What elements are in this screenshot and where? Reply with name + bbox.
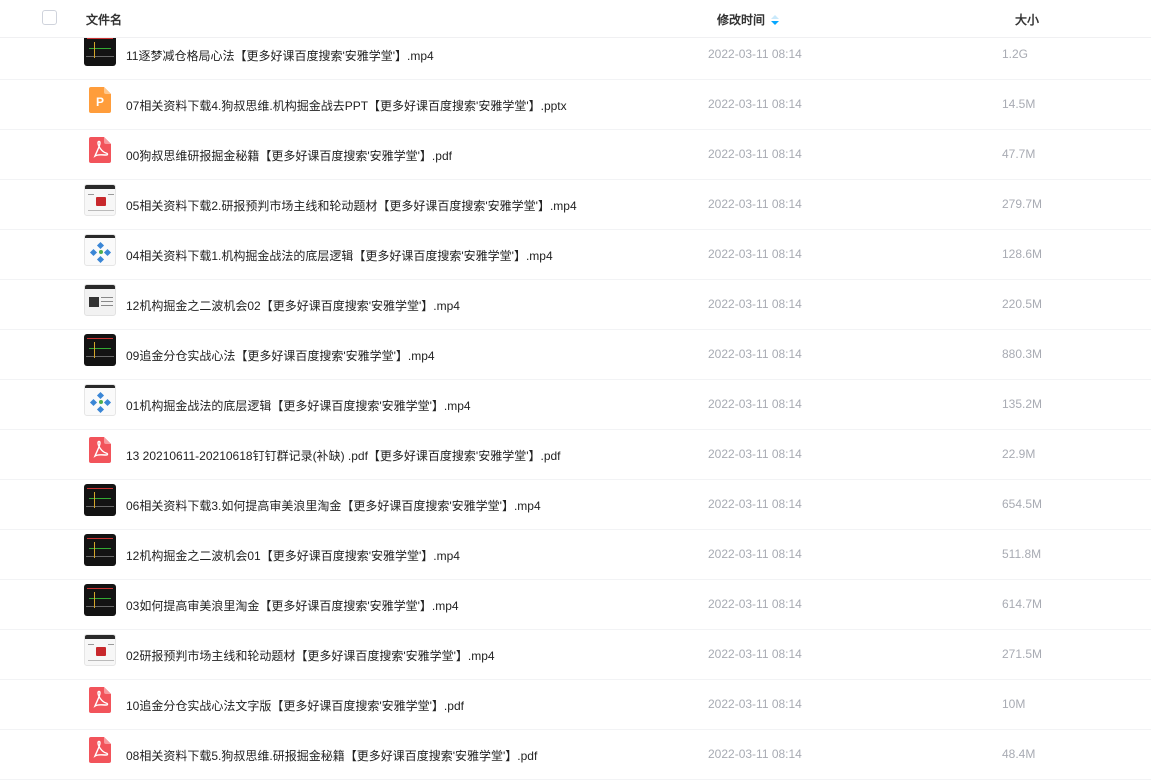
file-modified-time: 2022-03-11 08:14 xyxy=(708,97,802,111)
file-size: 14.5M xyxy=(1002,97,1036,111)
file-name[interactable]: 11逐梦减仓格局心法【更多好课百度搜索'安雅学堂'】.mp4 xyxy=(126,47,434,64)
column-header-time-label: 修改时间 xyxy=(717,13,766,27)
video-thumbnail xyxy=(84,184,116,216)
file-name[interactable]: 06相关资料下载3.如何提高审美浪里淘金【更多好课百度搜索'安雅学堂'】.mp4 xyxy=(126,497,541,514)
file-row[interactable]: P 07相关资料下载4.狗叔思维.机构掘金战去PPT【更多好课百度搜索'安雅学堂… xyxy=(0,80,1151,130)
file-size: 128.6M xyxy=(1002,247,1043,261)
file-size: 220.5M xyxy=(1002,297,1043,311)
file-modified-time: 2022-03-11 08:14 xyxy=(708,347,802,361)
file-name[interactable]: 01机构掘金战法的底层逻辑【更多好课百度搜索'安雅学堂'】.mp4 xyxy=(126,397,471,414)
video-thumbnail xyxy=(84,484,116,516)
file-name[interactable]: 02研报预判市场主线和轮动题材【更多好课百度搜索'安雅学堂'】.mp4 xyxy=(126,647,495,664)
file-modified-time: 2022-03-11 08:14 xyxy=(708,447,802,461)
file-name[interactable]: 12机构掘金之二波机会02【更多好课百度搜索'安雅学堂'】.mp4 xyxy=(126,297,460,314)
file-row[interactable]: 12机构掘金之二波机会01【更多好课百度搜索'安雅学堂'】.mp4 2022-03… xyxy=(0,530,1151,580)
file-list: 11逐梦减仓格局心法【更多好课百度搜索'安雅学堂'】.mp4 2022-03-11… xyxy=(0,30,1151,780)
file-name[interactable]: 13 20210611-20210618钉钉群记录(补缺) .pdf【更多好课百… xyxy=(126,447,561,464)
column-header-name[interactable]: 文件名 xyxy=(86,11,122,28)
pdf-icon xyxy=(89,687,111,713)
file-size: 511.8M xyxy=(1002,547,1042,561)
file-row[interactable]: 03如何提高审美浪里淘金【更多好课百度搜索'安雅学堂'】.mp4 2022-03-… xyxy=(0,580,1151,630)
ppt-icon: P xyxy=(89,87,111,113)
file-modified-time: 2022-03-11 08:14 xyxy=(708,197,802,211)
file-size: 22.9M xyxy=(1002,447,1036,461)
pdf-icon xyxy=(89,737,111,763)
file-row[interactable]: 05相关资料下载2.研报预判市场主线和轮动题材【更多好课百度搜索'安雅学堂'】.… xyxy=(0,180,1151,230)
file-row[interactable]: 10追金分仓实战心法文字版【更多好课百度搜索'安雅学堂'】.pdf 2022-03… xyxy=(0,680,1151,730)
file-modified-time: 2022-03-11 08:14 xyxy=(708,247,802,261)
file-size: 48.4M xyxy=(1002,747,1036,761)
file-size: 271.5M xyxy=(1002,647,1043,661)
file-modified-time: 2022-03-11 08:14 xyxy=(708,297,802,311)
file-size: 654.5M xyxy=(1002,497,1043,511)
svg-text:P: P xyxy=(96,95,104,109)
file-modified-time: 2022-03-11 08:14 xyxy=(708,647,802,661)
file-size: 135.2M xyxy=(1002,397,1043,411)
file-row[interactable]: 13 20210611-20210618钉钉群记录(补缺) .pdf【更多好课百… xyxy=(0,430,1151,480)
video-thumbnail xyxy=(84,634,116,666)
file-row[interactable]: 06相关资料下载3.如何提高审美浪里淘金【更多好课百度搜索'安雅学堂'】.mp4… xyxy=(0,480,1151,530)
column-header-time[interactable]: 修改时间 xyxy=(717,11,780,28)
file-row[interactable]: 09追金分仓实战心法【更多好课百度搜索'安雅学堂'】.mp4 2022-03-11… xyxy=(0,330,1151,380)
file-row[interactable]: 12机构掘金之二波机会02【更多好课百度搜索'安雅学堂'】.mp4 2022-03… xyxy=(0,280,1151,330)
pdf-icon xyxy=(89,137,111,163)
file-modified-time: 2022-03-11 08:14 xyxy=(708,497,802,511)
file-row[interactable]: 04相关资料下载1.机构掘金战法的底层逻辑【更多好课百度搜索'安雅学堂'】.mp… xyxy=(0,230,1151,280)
file-name[interactable]: 05相关资料下载2.研报预判市场主线和轮动题材【更多好课百度搜索'安雅学堂'】.… xyxy=(126,197,577,214)
sort-descending-icon xyxy=(771,15,780,25)
column-header-size[interactable]: 大小 xyxy=(1015,11,1039,28)
video-thumbnail xyxy=(84,384,116,416)
file-size: 10M xyxy=(1002,697,1026,711)
file-row[interactable]: 00狗叔思维研报掘金秘籍【更多好课百度搜索'安雅学堂'】.pdf 2022-03-… xyxy=(0,130,1151,180)
file-list-header: 文件名 修改时间 大小 xyxy=(0,0,1151,38)
video-thumbnail xyxy=(84,234,116,266)
file-modified-time: 2022-03-11 08:14 xyxy=(708,397,802,411)
video-thumbnail xyxy=(84,34,116,66)
file-modified-time: 2022-03-11 08:14 xyxy=(708,597,802,611)
file-modified-time: 2022-03-11 08:14 xyxy=(708,547,802,561)
file-row[interactable]: 08相关资料下载5.狗叔思维.研报掘金秘籍【更多好课百度搜索'安雅学堂'】.pd… xyxy=(0,730,1151,780)
file-name[interactable]: 10追金分仓实战心法文字版【更多好课百度搜索'安雅学堂'】.pdf xyxy=(126,697,464,714)
file-size: 1.2G xyxy=(1002,47,1029,61)
video-thumbnail xyxy=(84,334,116,366)
select-all-checkbox[interactable] xyxy=(42,10,57,25)
file-size: 47.7M xyxy=(1002,147,1036,161)
file-name[interactable]: 12机构掘金之二波机会01【更多好课百度搜索'安雅学堂'】.mp4 xyxy=(126,547,460,564)
file-size: 279.7M xyxy=(1002,197,1043,211)
file-size: 614.7M xyxy=(1002,597,1043,611)
file-name[interactable]: 07相关资料下载4.狗叔思维.机构掘金战去PPT【更多好课百度搜索'安雅学堂'】… xyxy=(126,97,567,114)
file-name[interactable]: 09追金分仓实战心法【更多好课百度搜索'安雅学堂'】.mp4 xyxy=(126,347,435,364)
file-modified-time: 2022-03-11 08:14 xyxy=(708,747,802,761)
file-modified-time: 2022-03-11 08:14 xyxy=(708,47,802,61)
file-modified-time: 2022-03-11 08:14 xyxy=(708,697,802,711)
video-thumbnail xyxy=(84,534,116,566)
file-row[interactable]: 01机构掘金战法的底层逻辑【更多好课百度搜索'安雅学堂'】.mp4 2022-03… xyxy=(0,380,1151,430)
file-name[interactable]: 08相关资料下载5.狗叔思维.研报掘金秘籍【更多好课百度搜索'安雅学堂'】.pd… xyxy=(126,747,537,764)
file-name[interactable]: 04相关资料下载1.机构掘金战法的底层逻辑【更多好课百度搜索'安雅学堂'】.mp… xyxy=(126,247,553,264)
video-thumbnail xyxy=(84,584,116,616)
file-name[interactable]: 03如何提高审美浪里淘金【更多好课百度搜索'安雅学堂'】.mp4 xyxy=(126,597,459,614)
file-modified-time: 2022-03-11 08:14 xyxy=(708,147,802,161)
file-name[interactable]: 00狗叔思维研报掘金秘籍【更多好课百度搜索'安雅学堂'】.pdf xyxy=(126,147,452,164)
video-thumbnail xyxy=(84,284,116,316)
file-size: 880.3M xyxy=(1002,347,1043,361)
pdf-icon xyxy=(89,437,111,463)
file-row[interactable]: 02研报预判市场主线和轮动题材【更多好课百度搜索'安雅学堂'】.mp4 2022-… xyxy=(0,630,1151,680)
